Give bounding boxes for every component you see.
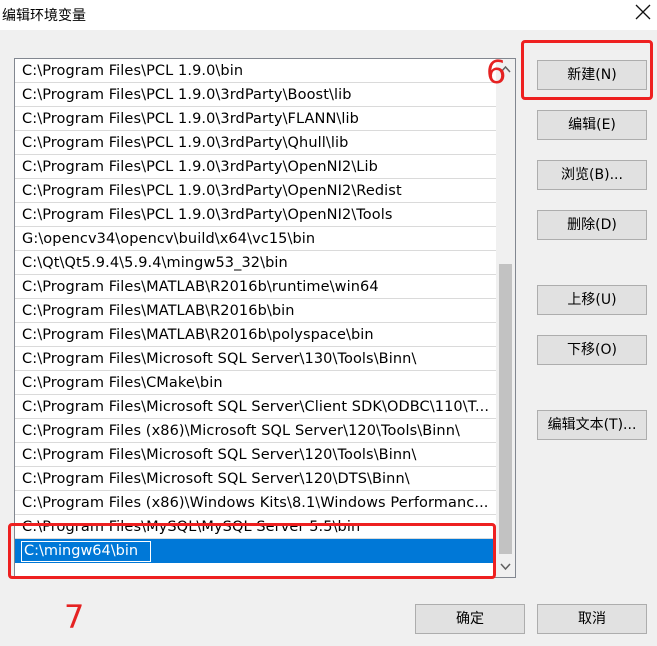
move-up-button[interactable]: 上移(U) xyxy=(537,285,647,315)
path-item[interactable]: C:\Program Files (x86)\Windows Kits\8.1\… xyxy=(15,491,496,515)
close-icon[interactable] xyxy=(630,1,654,25)
edit-button[interactable]: 编辑(E) xyxy=(537,110,647,140)
cancel-button[interactable]: 取消 xyxy=(537,604,647,634)
path-item[interactable]: C:\Program Files\PCL 1.9.0\bin xyxy=(15,59,496,83)
path-item[interactable]: C:\Program Files\MATLAB\R2016b\runtime\w… xyxy=(15,275,496,299)
path-list[interactable]: C:\Program Files\PCL 1.9.0\bin C:\Program… xyxy=(14,58,516,578)
path-item[interactable]: C:\Program Files\CMake\bin xyxy=(15,371,496,395)
scrollbar-thumb[interactable] xyxy=(499,264,512,554)
path-item[interactable]: C:\Program Files\PCL 1.9.0\3rdParty\FLAN… xyxy=(15,107,496,131)
window-title: 编辑环境变量 xyxy=(2,8,86,24)
ok-button[interactable]: 确定 xyxy=(415,604,525,634)
path-item[interactable]: C:\Program Files\PCL 1.9.0\3rdParty\Open… xyxy=(15,203,496,227)
path-item[interactable]: C:\Program Files\MATLAB\R2016b\polyspace… xyxy=(15,323,496,347)
browse-button[interactable]: 浏览(B)... xyxy=(537,160,647,190)
edit-text-button[interactable]: 编辑文本(T)... xyxy=(537,410,647,440)
path-item[interactable]: C:\Program Files\Microsoft SQL Server\13… xyxy=(15,347,496,371)
path-item[interactable]: C:\Program Files\MATLAB\R2016b\bin xyxy=(15,299,496,323)
title-bar: 编辑环境变量 xyxy=(0,0,657,30)
path-item[interactable]: C:\Program Files\Microsoft SQL Server\12… xyxy=(15,467,496,491)
new-button-highlight xyxy=(521,40,653,100)
path-item[interactable]: C:\Qt\Qt5.9.4\5.9.4\mingw53_32\bin xyxy=(15,251,496,275)
move-down-button[interactable]: 下移(O) xyxy=(537,335,647,365)
delete-button[interactable]: 删除(D) xyxy=(537,210,647,240)
path-item[interactable]: C:\Program Files (x86)\Microsoft SQL Ser… xyxy=(15,419,496,443)
path-item[interactable]: C:\Program Files\Microsoft SQL Server\12… xyxy=(15,443,496,467)
step-marker-7: 7 xyxy=(64,598,85,636)
new-entry-highlight xyxy=(8,523,496,579)
path-item[interactable]: G:\opencv34\opencv\build\x64\vc15\bin xyxy=(15,227,496,251)
path-item[interactable]: C:\Program Files\PCL 1.9.0\3rdParty\Open… xyxy=(15,155,496,179)
path-item[interactable]: C:\Program Files\PCL 1.9.0\3rdParty\Boos… xyxy=(15,83,496,107)
path-item[interactable]: C:\Program Files\PCL 1.9.0\3rdParty\Qhul… xyxy=(15,131,496,155)
scroll-down-arrow-icon[interactable] xyxy=(496,558,515,575)
path-item[interactable]: C:\Program Files\Microsoft SQL Server\Cl… xyxy=(15,395,496,419)
path-item[interactable]: C:\Program Files\PCL 1.9.0\3rdParty\Open… xyxy=(15,179,496,203)
step-marker-6: 6 xyxy=(486,53,507,91)
vertical-scrollbar[interactable] xyxy=(496,59,515,577)
